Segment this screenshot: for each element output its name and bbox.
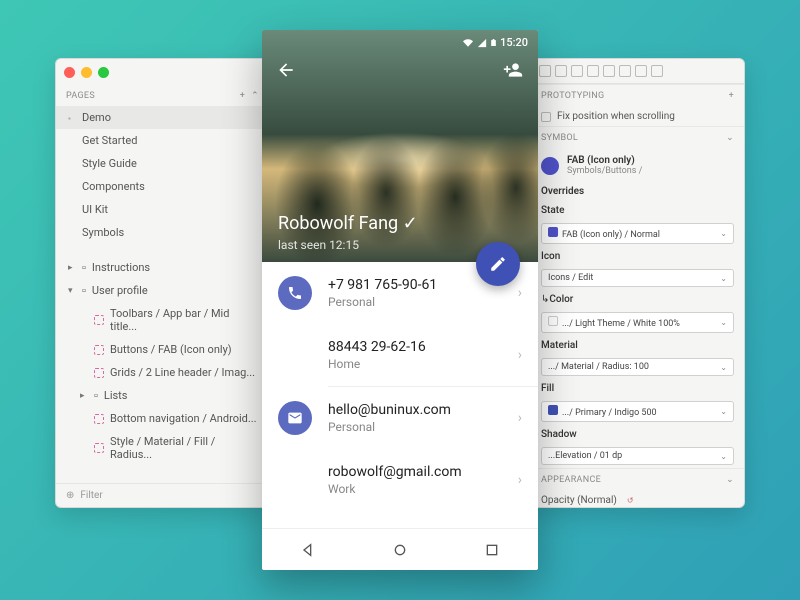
page-get-started[interactable]: Get Started	[56, 129, 269, 152]
page-style-guide[interactable]: Style Guide	[56, 152, 269, 175]
profile-header: 15:20 Robowolf Fang ✓ last seen 12:15	[262, 30, 538, 262]
pages-label: PAGES	[66, 91, 95, 101]
phone-label: Home	[328, 357, 502, 371]
clock-time: 15:20	[500, 36, 528, 49]
contact-list: +7 981 765-90-61 Personal › 88443 29-62-1…	[262, 262, 538, 528]
email-label: Personal	[328, 420, 502, 434]
close-window[interactable]	[64, 67, 75, 78]
symbol-section[interactable]: SYMBOL⌄	[531, 126, 744, 149]
layer-style-material[interactable]: Style / Material / Fill / Radius...	[56, 430, 269, 466]
filter-icon: ⊕	[66, 490, 74, 501]
contact-phone-home[interactable]: 88443 29-62-16 Home ›	[262, 324, 538, 386]
back-icon[interactable]	[276, 60, 296, 80]
nav-home-icon[interactable]	[392, 542, 408, 558]
symbol-name: FAB (Icon only)	[567, 155, 642, 166]
contact-email-work[interactable]: robowolf@gmail.com Work ›	[262, 449, 538, 511]
layer-grids[interactable]: Grids / 2 Line header / Imag...	[56, 361, 269, 384]
collapse-icon[interactable]: ⌃	[251, 91, 259, 101]
android-navbar	[262, 528, 538, 570]
phone-number: +7 981 765-90-61	[328, 277, 502, 293]
signal-icon	[477, 38, 487, 48]
artboard-instructions[interactable]: ▸▫Instructions	[56, 256, 269, 279]
shadow-dropdown[interactable]: ...Elevation / 01 dp⌄	[541, 447, 734, 465]
page-ui-kit[interactable]: UI Kit	[56, 198, 269, 221]
phone-mockup: 15:20 Robowolf Fang ✓ last seen 12:15 +7…	[262, 30, 538, 570]
chevron-right-icon: ›	[518, 285, 522, 301]
material-label: Material	[541, 340, 578, 351]
fill-label: Fill	[541, 383, 554, 394]
pages-list: ▪Demo Get Started Style Guide Components…	[56, 106, 269, 244]
phone-number: 88443 29-62-16	[328, 339, 502, 355]
battery-icon	[490, 37, 497, 48]
layer-fab[interactable]: Buttons / FAB (Icon only)	[56, 338, 269, 361]
page-symbols[interactable]: Symbols	[56, 221, 269, 244]
artboard-user-profile[interactable]: ▾▫User profile	[56, 279, 269, 302]
align-toolbar	[531, 59, 744, 84]
pencil-icon	[489, 255, 507, 273]
pages-header: PAGES + ⌃	[56, 86, 269, 106]
email-label: Work	[328, 482, 502, 496]
chevron-right-icon: ›	[518, 347, 522, 363]
nav-back-icon[interactable]	[300, 542, 316, 558]
right-panel: PROTOTYPING+ Fix position when scrolling…	[530, 58, 745, 508]
maximize-window[interactable]	[98, 67, 109, 78]
chevron-down-icon: ⌄	[726, 475, 734, 485]
add-person-icon[interactable]	[502, 60, 524, 80]
page-components[interactable]: Components	[56, 175, 269, 198]
opacity-label: Opacity (Normal)	[541, 495, 617, 506]
icon-label: Icon	[541, 251, 560, 262]
email-address: hello@buninux.com	[328, 402, 502, 418]
add-page-icon[interactable]: +	[240, 91, 245, 101]
page-demo[interactable]: ▪Demo	[56, 106, 269, 129]
layer-bottom-nav[interactable]: Bottom navigation / Android...	[56, 407, 269, 430]
state-label: State	[541, 205, 564, 216]
window-controls	[56, 59, 269, 86]
color-dropdown[interactable]: .../ Light Theme / White 100%⌄	[541, 312, 734, 333]
align-left-icon[interactable]	[539, 65, 551, 77]
color-label: ↳Color	[541, 294, 573, 305]
overrides-label: Overrides	[541, 186, 584, 197]
prototyping-section[interactable]: PROTOTYPING+	[531, 84, 744, 107]
phone-label: Personal	[328, 295, 502, 309]
layer-toolbar[interactable]: Toolbars / App bar / Mid title...	[56, 302, 269, 338]
align-top-icon[interactable]	[587, 65, 599, 77]
symbol-info: FAB (Icon only)Symbols/Buttons /	[531, 149, 744, 182]
minimize-window[interactable]	[81, 67, 92, 78]
appearance-section[interactable]: APPEARANCE⌄	[531, 468, 744, 491]
fix-position-checkbox[interactable]: Fix position when scrolling	[531, 107, 744, 126]
fab-edit-button[interactable]	[476, 242, 520, 286]
status-bar: 15:20	[462, 36, 528, 49]
icon-dropdown[interactable]: Icons / Edit⌄	[541, 269, 734, 287]
state-dropdown[interactable]: FAB (Icon only) / Normal⌄	[541, 223, 734, 244]
chevron-right-icon: ›	[518, 472, 522, 488]
symbol-thumbnail-icon	[541, 157, 559, 175]
left-panel: PAGES + ⌃ ▪Demo Get Started Style Guide C…	[55, 58, 270, 508]
last-seen: last seen 12:15	[278, 238, 359, 252]
email-address: robowolf@gmail.com	[328, 464, 502, 480]
distribute-h-icon[interactable]	[635, 65, 647, 77]
fill-dropdown[interactable]: .../ Primary / Indigo 500⌄	[541, 401, 734, 422]
profile-name: Robowolf Fang ✓	[278, 213, 418, 234]
group-lists[interactable]: ▸▫Lists	[56, 384, 269, 407]
email-icon	[278, 401, 312, 435]
align-bottom-icon[interactable]	[619, 65, 631, 77]
filter-input[interactable]: ⊕Filter	[56, 483, 269, 507]
chevron-down-icon: ⌄	[726, 133, 734, 143]
align-center-icon[interactable]	[555, 65, 567, 77]
reset-icon[interactable]: ↺	[627, 496, 634, 505]
wifi-icon	[462, 38, 474, 48]
contact-email-personal[interactable]: hello@buninux.com Personal ›	[262, 387, 538, 449]
distribute-v-icon[interactable]	[651, 65, 663, 77]
plus-icon[interactable]: +	[729, 91, 734, 101]
symbol-path: Symbols/Buttons /	[567, 166, 642, 176]
nav-recent-icon[interactable]	[484, 542, 500, 558]
layers-tree: ▸▫Instructions ▾▫User profile Toolbars /…	[56, 256, 269, 466]
phone-icon	[278, 276, 312, 310]
material-dropdown[interactable]: .../ Material / Radius: 100⌄	[541, 358, 734, 376]
shadow-label: Shadow	[541, 429, 577, 440]
chevron-right-icon: ›	[518, 410, 522, 426]
align-middle-icon[interactable]	[603, 65, 615, 77]
align-right-icon[interactable]	[571, 65, 583, 77]
